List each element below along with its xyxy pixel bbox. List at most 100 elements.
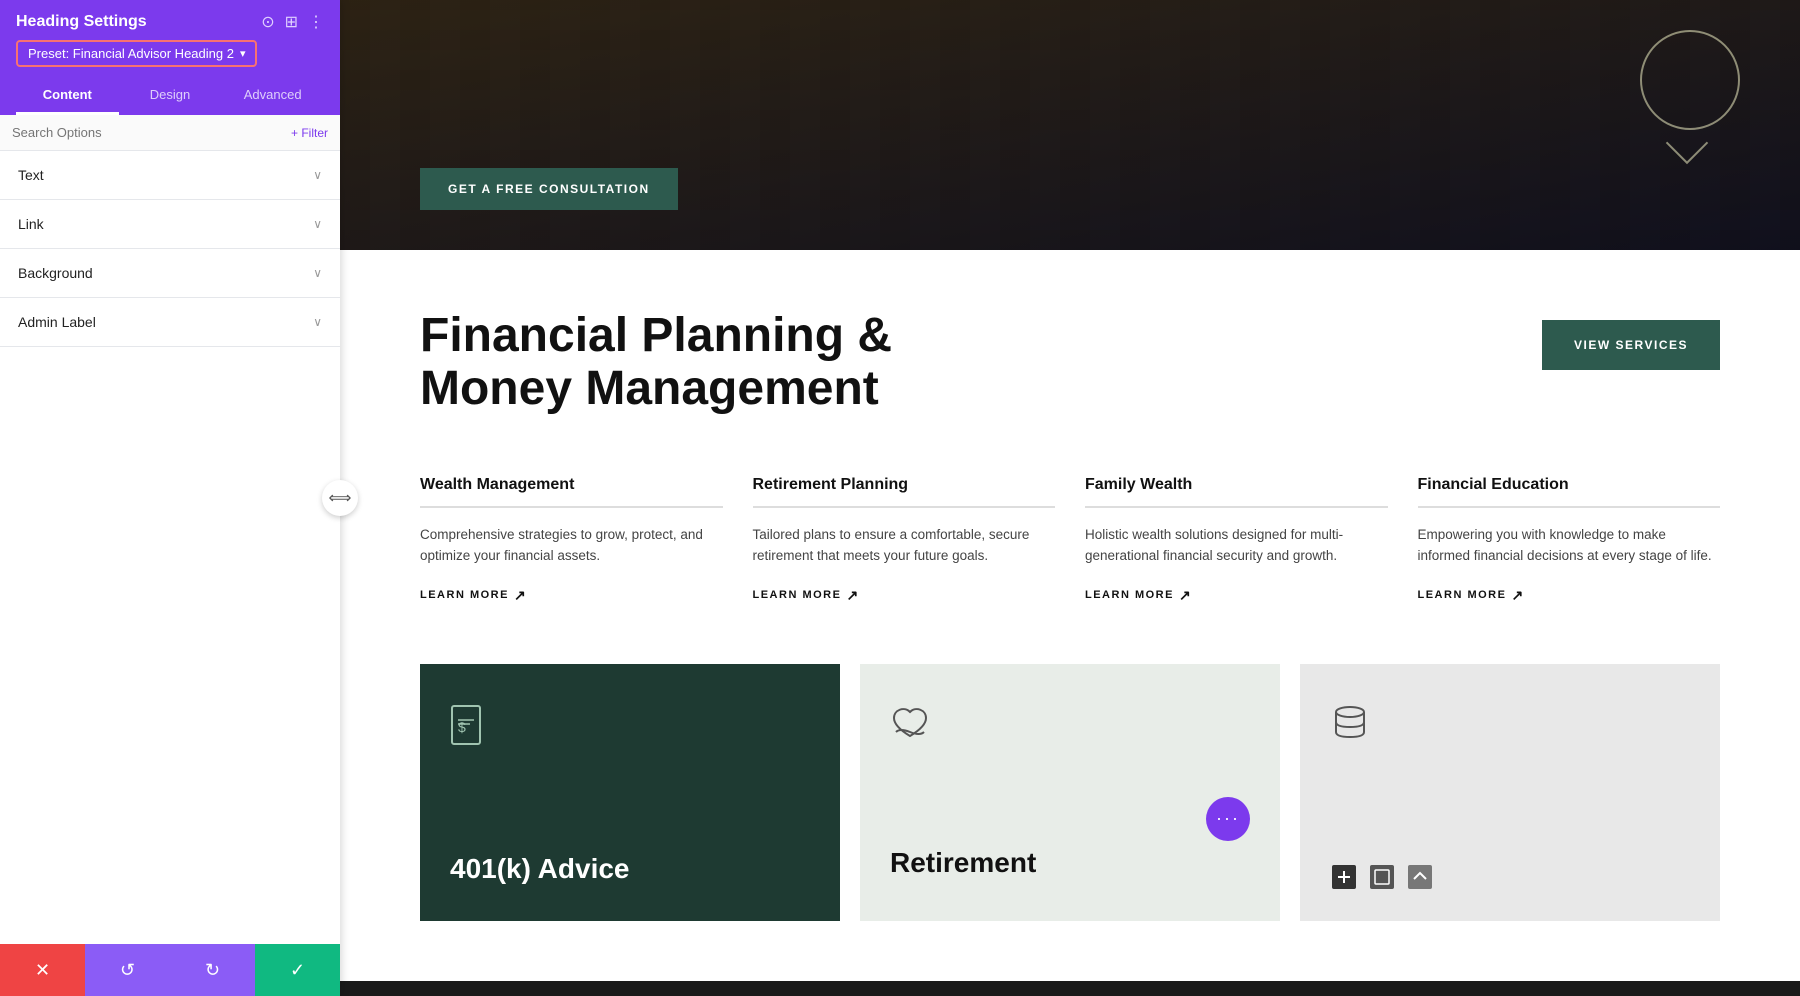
service-divider-education: [1418, 506, 1721, 508]
main-section: Financial Planning & Money Management VI…: [340, 250, 1800, 981]
learn-more-arrow-education-icon: ↗: [1511, 587, 1524, 604]
card-edit-icon[interactable]: [1330, 863, 1358, 891]
panel-header-icons: ⊙ ⊞ ⋮: [261, 12, 324, 32]
preset-label: Preset: Financial Advisor Heading 2: [28, 46, 234, 61]
main-top-row: Financial Planning & Money Management VI…: [420, 310, 1720, 416]
accordion-chevron-text-icon: ∨: [313, 168, 322, 182]
undo-button[interactable]: ↺: [85, 944, 170, 996]
redo-icon: ↻: [205, 960, 220, 981]
accordion-header-text[interactable]: Text ∨: [0, 151, 340, 199]
feature-card-coins: [1300, 664, 1720, 921]
accordion-item-link: Link ∨: [0, 200, 340, 249]
tab-design[interactable]: Design: [119, 77, 222, 115]
accordion-label-background: Background: [18, 265, 93, 281]
panel-tabs: Content Design Advanced: [16, 77, 324, 115]
accordion-header-admin-label[interactable]: Admin Label ∨: [0, 298, 340, 346]
feature-card-401k: $ 401(k) Advice: [420, 664, 840, 921]
services-grid: Wealth Management Comprehensive strategi…: [420, 476, 1720, 604]
card-icon-401k: $: [450, 704, 810, 753]
accordion-chevron-admin-label-icon: ∨: [313, 315, 322, 329]
view-services-button[interactable]: VIEW SERVICES: [1542, 320, 1720, 370]
tab-advanced[interactable]: Advanced: [221, 77, 324, 115]
accordion-header-link[interactable]: Link ∨: [0, 200, 340, 248]
circle-decoration: [1640, 30, 1740, 130]
service-divider-retirement: [753, 506, 1056, 508]
service-card-retirement: Retirement Planning Tailored plans to en…: [753, 476, 1056, 604]
learn-more-label-family: LEARN MORE: [1085, 589, 1174, 601]
hero-cta-label: GET A FREE CONSULTATION: [448, 182, 650, 196]
learn-more-label-education: LEARN MORE: [1418, 589, 1507, 601]
learn-more-arrow-family-icon: ↗: [1179, 587, 1192, 604]
service-desc-family: Holistic wealth solutions designed for m…: [1085, 524, 1388, 567]
accordion-item-admin-label: Admin Label ∨: [0, 298, 340, 347]
hero-texture: [340, 0, 1800, 250]
columns-icon[interactable]: ⊞: [285, 12, 298, 32]
svg-text:$: $: [458, 719, 466, 735]
card-icon-coins: [1330, 704, 1690, 747]
bottom-bar: ✕ ↺ ↻ ✓: [0, 944, 340, 996]
service-divider-wealth: [420, 506, 723, 508]
redo-button[interactable]: ↻: [170, 944, 255, 996]
service-divider-family: [1085, 506, 1388, 508]
service-card-education: Financial Education Empowering you with …: [1418, 476, 1721, 604]
service-card-wealth: Wealth Management Comprehensive strategi…: [420, 476, 723, 604]
more-options-icon[interactable]: ⋮: [308, 12, 324, 32]
accordion-chevron-background-icon: ∨: [313, 266, 322, 280]
accordion-item-background: Background ∨: [0, 249, 340, 298]
card-action-icons: [1330, 863, 1690, 891]
heading-line2: Money Management: [420, 362, 879, 415]
feature-card-title-retirement: Retirement: [890, 847, 1250, 879]
card-copy-icon[interactable]: [1368, 863, 1396, 891]
learn-more-retirement[interactable]: LEARN MORE ↗: [753, 587, 1056, 604]
feature-cards-row: $ 401(k) Advice ··· Retiremen: [420, 664, 1720, 921]
accordion-item-text: Text ∨: [0, 151, 340, 200]
service-title-retirement: Retirement Planning: [753, 476, 1056, 494]
service-title-wealth: Wealth Management: [420, 476, 723, 494]
service-desc-retirement: Tailored plans to ensure a comfortable, …: [753, 524, 1056, 567]
accordion-header-background[interactable]: Background ∨: [0, 249, 340, 297]
cancel-button[interactable]: ✕: [0, 944, 85, 996]
save-button[interactable]: ✓: [255, 944, 340, 996]
service-card-family: Family Wealth Holistic wealth solutions …: [1085, 476, 1388, 604]
undo-icon: ↺: [120, 960, 135, 981]
card-icon-retirement: [890, 704, 1250, 747]
feature-card-title-401k: 401(k) Advice: [450, 853, 810, 885]
learn-more-family[interactable]: LEARN MORE ↗: [1085, 587, 1388, 604]
card-up-icon[interactable]: [1406, 863, 1434, 891]
main-heading: Financial Planning & Money Management: [420, 310, 892, 416]
view-services-label: VIEW SERVICES: [1574, 338, 1688, 352]
service-title-family: Family Wealth: [1085, 476, 1388, 494]
search-row: + Filter: [0, 115, 340, 151]
learn-more-education[interactable]: LEARN MORE ↗: [1418, 587, 1721, 604]
preset-chevron-icon: ▾: [240, 47, 246, 60]
learn-more-arrow-retirement-icon: ↗: [846, 587, 859, 604]
page-preview: GET A FREE CONSULTATION Financial Planni…: [340, 0, 1800, 996]
service-desc-wealth: Comprehensive strategies to grow, protec…: [420, 524, 723, 567]
preset-selector[interactable]: Preset: Financial Advisor Heading 2 ▾: [16, 40, 257, 67]
target-icon[interactable]: ⊙: [261, 12, 274, 32]
chat-bubble-card[interactable]: ···: [1206, 797, 1250, 841]
learn-more-label-wealth: LEARN MORE: [420, 589, 509, 601]
settings-panel: Heading Settings ⊙ ⊞ ⋮ Preset: Financial…: [0, 0, 340, 996]
search-input[interactable]: [12, 125, 291, 140]
cancel-icon: ✕: [35, 960, 50, 981]
filter-button[interactable]: + Filter: [291, 126, 328, 140]
accordion: Text ∨ Link ∨ Background ∨ Admin Label ∨: [0, 151, 340, 996]
learn-more-wealth[interactable]: LEARN MORE ↗: [420, 587, 723, 604]
service-title-education: Financial Education: [1418, 476, 1721, 494]
heading-line1: Financial Planning &: [420, 309, 892, 362]
learn-more-arrow-wealth-icon: ↗: [514, 587, 527, 604]
panel-title-row: Heading Settings ⊙ ⊞ ⋮: [16, 12, 324, 40]
tab-content[interactable]: Content: [16, 77, 119, 115]
service-desc-education: Empowering you with knowledge to make in…: [1418, 524, 1721, 567]
get-consultation-button[interactable]: GET A FREE CONSULTATION: [420, 168, 678, 210]
save-icon: ✓: [290, 960, 305, 981]
chat-bubble-dots-icon: ···: [1216, 808, 1240, 829]
hero-section: GET A FREE CONSULTATION: [340, 0, 1800, 250]
accordion-chevron-link-icon: ∨: [313, 217, 322, 231]
accordion-label-link: Link: [18, 216, 44, 232]
accordion-label-text: Text: [18, 167, 44, 183]
filter-label: + Filter: [291, 126, 328, 140]
learn-more-label-retirement: LEARN MORE: [753, 589, 842, 601]
panel-resize-handle[interactable]: ⟺: [322, 480, 358, 516]
